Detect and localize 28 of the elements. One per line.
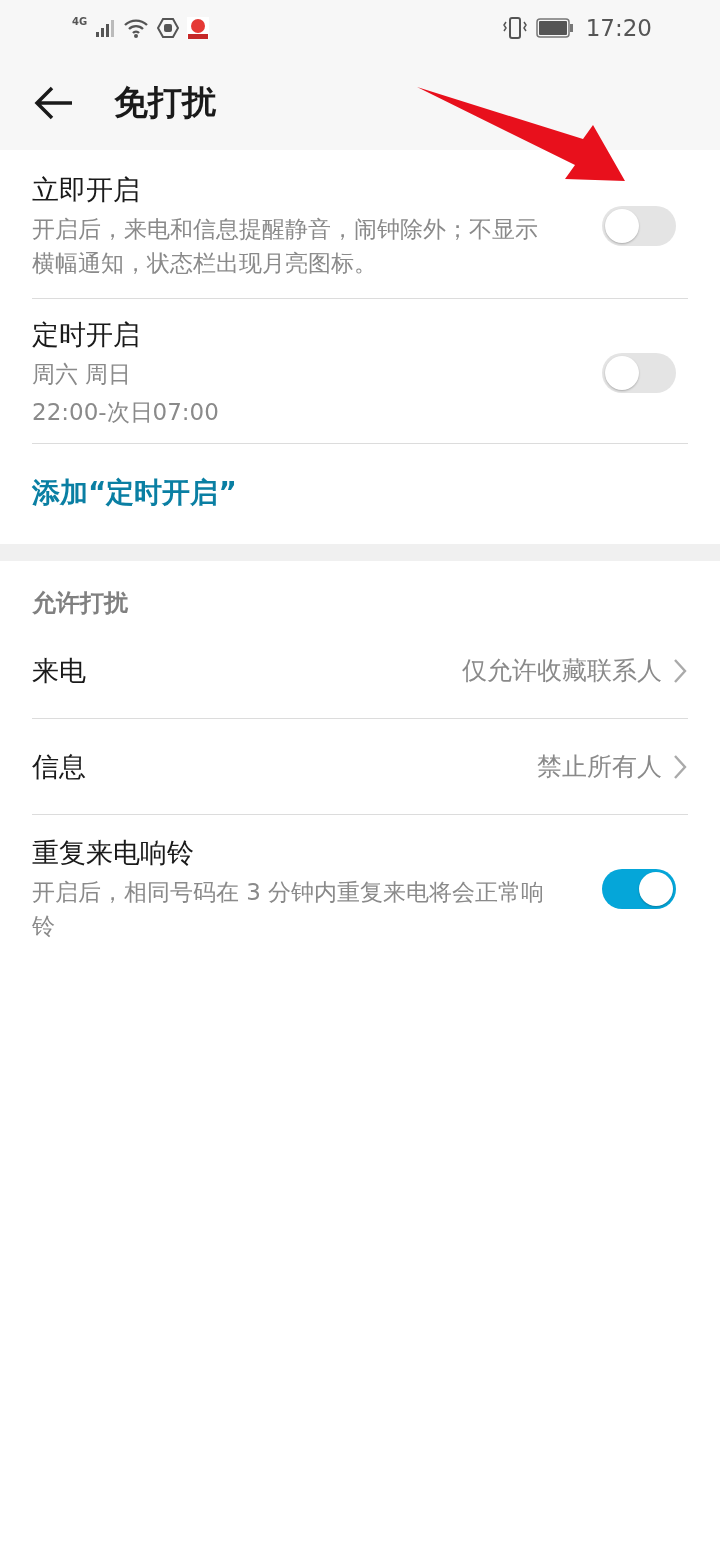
battery-icon — [535, 17, 574, 38]
toggle-switch[interactable] — [602, 353, 676, 393]
add-schedule-link[interactable]: 添加“定时开启” — [32, 444, 688, 544]
setting-description: 开启后，相同号码在 3 分钟内重复来电将会正常响铃 — [32, 878, 546, 941]
wifi-icon — [123, 16, 150, 39]
setting-description: 开启后，来电和信息提醒静音，闹钟除外；不显示横幅通知，状态栏出现月亮图标。 — [32, 215, 539, 278]
chevron-right-icon — [672, 657, 688, 684]
hand-icon — [157, 16, 180, 39]
setting-value[interactable]: 禁止所有人 — [537, 750, 662, 783]
toggle-switch[interactable] — [602, 869, 676, 909]
setting-description: 周六 周日 — [32, 360, 133, 389]
back-button[interactable] — [34, 84, 74, 121]
setting-title: 来电 — [32, 653, 87, 688]
network-type: 4G — [72, 16, 88, 27]
toggle-switch[interactable] — [602, 206, 676, 246]
setting-time-range: 22:00-次日07:00 — [32, 398, 220, 427]
setting-title: 定时开启 — [32, 318, 141, 352]
app-icon — [187, 16, 210, 39]
setting-title: 重复来电响铃 — [32, 836, 195, 870]
setting-value[interactable]: 仅允许收藏联系人 — [462, 654, 662, 687]
setting-title: 信息 — [32, 749, 87, 784]
page-title: 免打扰 — [114, 80, 216, 124]
chevron-right-icon — [672, 753, 688, 780]
status-time: 17:20 — [585, 14, 652, 41]
section-heading: 允许打扰 — [32, 588, 129, 619]
signal-icon — [95, 17, 116, 38]
setting-title: 立即开启 — [32, 173, 141, 207]
vibrate-icon — [501, 15, 528, 40]
